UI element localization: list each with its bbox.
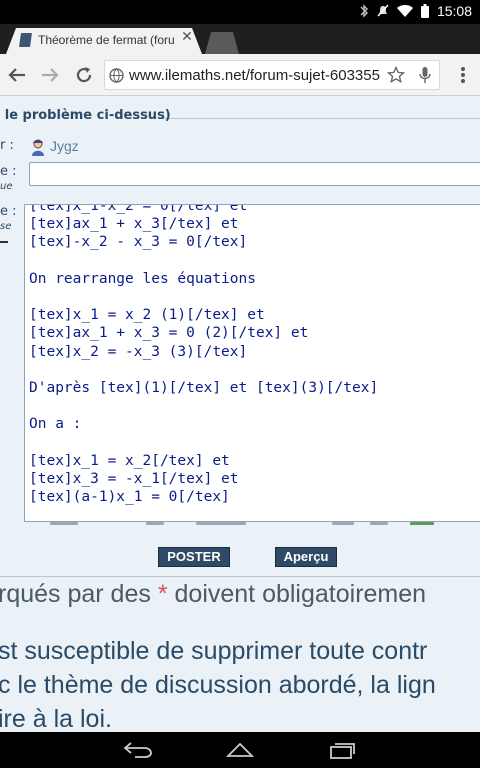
message-line: On a : xyxy=(29,416,82,433)
battery-icon xyxy=(420,4,429,18)
post-button[interactable]: POSTER xyxy=(158,547,230,567)
new-tab-button[interactable] xyxy=(205,32,239,54)
mute-icon xyxy=(377,4,389,18)
message-label: e : xyxy=(0,204,17,219)
message-line: On rearrange les équations xyxy=(29,270,256,287)
username[interactable]: Jygz xyxy=(50,138,79,154)
fieldset-border xyxy=(160,118,480,119)
back-icon[interactable] xyxy=(5,63,29,87)
warning-line: ire à la loi. xyxy=(0,705,112,732)
message-line xyxy=(29,361,378,379)
form-legend: t le problème ci-dessus) xyxy=(0,108,171,123)
message-line: [tex](a-1)x_1 = 0[/tex] xyxy=(29,489,230,506)
status-time: 15:08 xyxy=(436,3,472,19)
title-label: e : xyxy=(0,164,17,179)
page-favicon-icon xyxy=(19,33,32,47)
forward-icon[interactable] xyxy=(38,63,62,87)
menu-icon[interactable] xyxy=(451,63,475,87)
message-line xyxy=(29,252,378,270)
reload-icon[interactable] xyxy=(72,63,96,87)
warning-line: c le thème de discussion abordé, la lign xyxy=(0,671,436,699)
page-info-icon[interactable] xyxy=(109,68,124,87)
moderation-warning: st susceptible de supprimer toute contr … xyxy=(0,634,436,732)
star-icon[interactable] xyxy=(386,65,406,88)
title-hint: ue xyxy=(0,181,13,192)
message-line: [tex]-x_2 - x_3 = 0[/tex] xyxy=(29,234,248,251)
tab-title: Théorème de fermat (forum xyxy=(38,33,174,47)
author-label: r : xyxy=(0,138,14,153)
message-line: [tex]x_3 = -x_1[/tex] et xyxy=(29,471,239,488)
title-input[interactable] xyxy=(29,162,480,186)
navigation-bar xyxy=(0,732,480,768)
separator xyxy=(0,576,480,577)
status-bar: 15:08 xyxy=(0,0,480,24)
message-line: [tex]x_1-x_2 = 0[/tex] et xyxy=(29,204,248,214)
message-line: [tex]x_1 = x_2[/tex] et xyxy=(29,452,230,469)
message-line: [tex]ax_1 + x_3[/tex] et xyxy=(29,216,239,233)
message-line xyxy=(29,434,378,452)
dash-marker xyxy=(0,241,8,243)
mic-icon[interactable] xyxy=(419,66,431,88)
preview-button[interactable]: Aperçu xyxy=(275,547,337,567)
message-content: [tex]x_1-x_2 = 0[/tex] et [tex]ax_1 + x_3… xyxy=(29,204,379,506)
message-line: D'après [tex](1)[/tex] et [tex](3)[/tex] xyxy=(29,380,379,397)
message-line: [tex]x_2 = -x_3 (3)[/tex] xyxy=(29,343,248,360)
message-line xyxy=(29,288,378,306)
nav-home-icon[interactable] xyxy=(224,738,256,762)
page-content: t le problème ci-dessus) r : Jygz e : ue… xyxy=(0,96,480,732)
required-star: * xyxy=(157,580,168,608)
tab-strip: Théorème de fermat (forum ✕ xyxy=(0,24,480,54)
message-hint: se xyxy=(0,221,12,232)
message-line: [tex]ax_1 + x_3 = 0 (2)[/tex] et xyxy=(29,325,309,342)
url-text[interactable]: www.ilemaths.net/forum-sujet-603355 xyxy=(129,67,385,84)
nav-recents-icon[interactable] xyxy=(326,738,358,762)
editor-toolbar-edge xyxy=(50,520,440,530)
user-avatar-icon xyxy=(30,139,46,157)
message-line: [tex]x_1 = x_2 (1)[/tex] et xyxy=(29,307,265,324)
tab-close-icon[interactable]: ✕ xyxy=(180,30,194,44)
message-line xyxy=(29,397,378,415)
warning-line: st susceptible de supprimer toute contr xyxy=(0,637,428,665)
omnibox[interactable]: www.ilemaths.net/forum-sujet-603355 xyxy=(104,60,440,90)
wifi-icon xyxy=(396,4,413,18)
required-fields-note: rqués par des * doivent obligatoiremen xyxy=(0,580,427,608)
message-textarea[interactable]: [tex]x_1-x_2 = 0[/tex] et [tex]ax_1 + x_3… xyxy=(24,204,480,522)
browser-toolbar: www.ilemaths.net/forum-sujet-603355 xyxy=(0,54,480,96)
bluetooth-icon xyxy=(359,4,369,18)
nav-back-icon[interactable] xyxy=(122,738,154,762)
